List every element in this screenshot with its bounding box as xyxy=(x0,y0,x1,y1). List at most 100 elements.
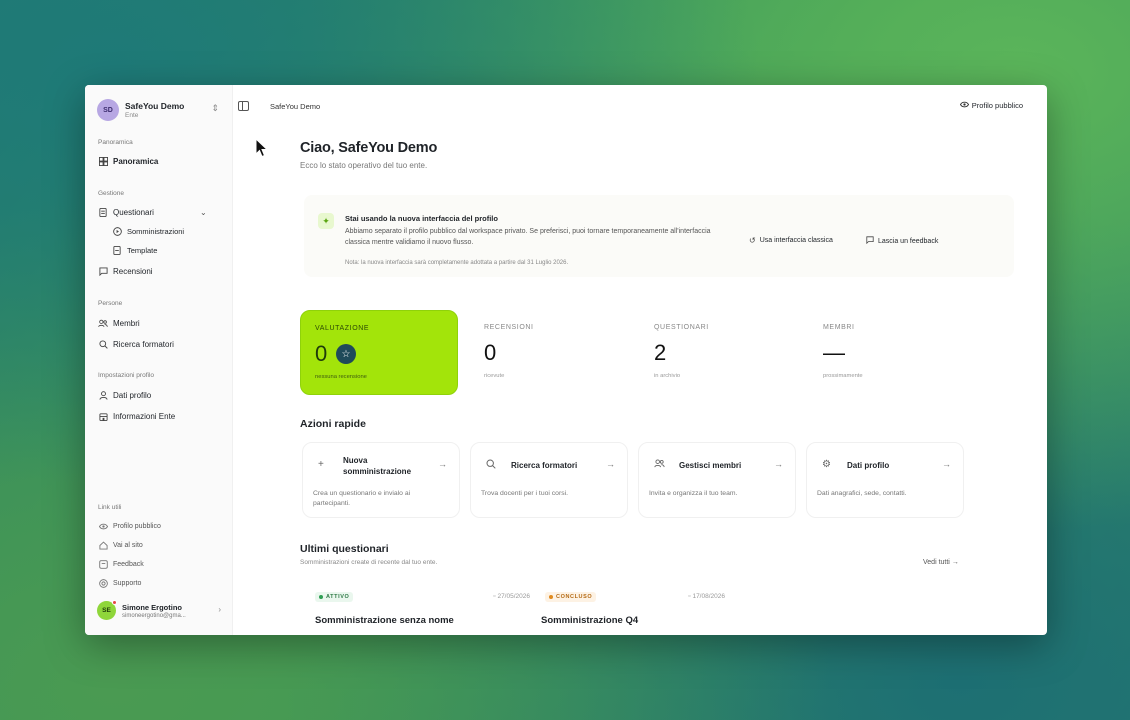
eye-icon xyxy=(98,521,108,531)
status-dot xyxy=(319,595,323,599)
document-icon xyxy=(98,207,108,217)
quick-action-title: Gestisci membri xyxy=(679,461,742,470)
sidebar-link-label: Profilo pubblico xyxy=(113,522,161,530)
leave-feedback-label: Lascia un feedback xyxy=(878,237,939,245)
play-circle-icon xyxy=(112,226,122,236)
building-icon xyxy=(98,411,108,421)
sidebar-link-vai-al-sito[interactable]: Vai al sito xyxy=(98,540,143,550)
sidebar-item-label: Somministrazioni xyxy=(127,226,185,236)
quick-action-desc: Trova docenti per i tuoi corsi. xyxy=(481,490,569,497)
workspace-name: SafeYou Demo xyxy=(125,101,185,111)
chevron-right-icon: › xyxy=(218,605,221,614)
sidebar-link-feedback[interactable]: Feedback xyxy=(98,559,144,569)
sidebar: SD SafeYou Demo Ente ⇕ Panoramica Panora… xyxy=(85,85,233,635)
message-square-icon xyxy=(866,236,874,246)
quick-action-gestisci-membri[interactable]: Gestisci membri → Invita e organizza il … xyxy=(638,442,796,518)
status-label: CONCLUSO xyxy=(556,594,593,600)
sidebar-item-ricerca-formatori[interactable]: Ricerca formatori xyxy=(98,339,174,349)
star-icon: ☆ xyxy=(336,344,356,364)
quick-action-title: Nuova somministrazione xyxy=(343,456,412,476)
questionnaire-card[interactable]: CONCLUSO ▫ 17/08/2026 Somministrazione Q… xyxy=(541,590,811,635)
quick-action-nuova-somministrazione[interactable]: + Nuova somministrazione → Crea un quest… xyxy=(302,442,460,518)
stat-card-membri[interactable]: MEMBRI — prossimamente xyxy=(809,310,967,395)
arrow-right-icon: → xyxy=(606,459,615,469)
workspace-switcher[interactable]: SD SafeYou Demo Ente ⇕ xyxy=(97,99,223,121)
workspace-type: Ente xyxy=(125,112,139,119)
arrow-right-icon: → xyxy=(942,459,951,469)
sidebar-item-label: Template xyxy=(127,245,158,255)
quick-action-desc: Invita e organizza il tuo team. xyxy=(649,490,738,497)
user-name: Simone Ergotino xyxy=(122,602,182,612)
quick-action-ricerca-formatori[interactable]: Ricerca formatori → Trova docenti per i … xyxy=(470,442,628,518)
see-all-link[interactable]: Vedi tutti → xyxy=(923,559,959,566)
quick-action-title: Dati profilo xyxy=(847,461,890,470)
stat-value: — xyxy=(823,340,845,365)
sidebar-item-label: Membri xyxy=(113,318,140,328)
stat-sub: ricevute xyxy=(484,373,505,379)
sidebar-item-label: Questionari xyxy=(113,207,154,217)
arrow-right-icon: → xyxy=(951,559,959,566)
user-initials: SE xyxy=(102,607,111,614)
sidebar-item-template[interactable]: Template xyxy=(112,245,157,255)
sidebar-item-label: Dati profilo xyxy=(113,390,152,400)
users-icon xyxy=(98,318,108,328)
card-date: ▫ 27/05/2026 xyxy=(493,593,530,600)
leave-feedback-button[interactable]: Lascia un feedback xyxy=(866,236,938,246)
feedback-icon xyxy=(98,559,108,569)
stat-label: MEMBRI xyxy=(823,324,855,331)
user-menu[interactable]: SE Simone Ergotino simoneergotino@gma...… xyxy=(97,600,223,620)
card-date: ▫ 17/08/2026 xyxy=(688,593,725,600)
classic-interface-label: Usa interfaccia classica xyxy=(759,237,833,244)
sidebar-item-informazioni-ente[interactable]: Informazioni Ente xyxy=(98,411,175,421)
sidebar-item-questionari[interactable]: Questionari ⌄ xyxy=(98,207,207,217)
classic-interface-button[interactable]: ↺ Usa interfaccia classica xyxy=(749,236,833,245)
notice-title: Stai usando la nuova interfaccia del pro… xyxy=(345,214,498,223)
sidebar-item-label: Ricerca formatori xyxy=(113,339,174,349)
notice-note: Nota: la nuova interfaccia sarà completa… xyxy=(345,260,569,266)
section-label-useful-links: Link utili xyxy=(98,504,122,511)
stat-label: VALUTAZIONE xyxy=(315,325,370,332)
stat-sub: prossimamente xyxy=(823,373,863,379)
quick-action-dati-profilo[interactable]: ⚙ Dati profilo → Dati anagrafici, sede, … xyxy=(806,442,964,518)
quick-action-title: Ricerca formatori xyxy=(511,461,578,470)
sidebar-item-recensioni[interactable]: Recensioni xyxy=(98,266,153,276)
questionnaire-card[interactable]: ATTIVO ▫ 27/05/2026 Somministrazione sen… xyxy=(315,590,530,635)
template-icon xyxy=(112,245,122,255)
avatar: SE xyxy=(97,600,117,620)
gear-icon: ⚙ xyxy=(822,459,831,470)
chevron-down-icon: ⌄ xyxy=(200,207,207,217)
section-label-management: Gestione xyxy=(98,190,125,197)
stat-sub: nessuna recensione xyxy=(315,374,367,380)
sidebar-item-label: Panoramica xyxy=(113,156,159,166)
sidebar-item-dati-profilo[interactable]: Dati profilo xyxy=(98,390,151,400)
stat-card-recensioni[interactable]: RECENSIONI 0 ricevute xyxy=(470,310,628,395)
mouse-cursor-icon xyxy=(255,138,269,158)
arrow-right-icon: → xyxy=(438,459,447,469)
user-icon xyxy=(98,390,108,400)
search-icon xyxy=(486,459,496,472)
sparkles-icon: ✦ xyxy=(318,213,334,229)
sidebar-link-profilo-pubblico[interactable]: Profilo pubblico xyxy=(98,521,161,531)
sidebar-item-panoramica[interactable]: Panoramica xyxy=(98,156,158,166)
section-label-people: Persone xyxy=(98,300,123,307)
card-date-value: 17/08/2026 xyxy=(692,593,725,600)
quick-actions-title: Azioni rapide xyxy=(300,418,366,430)
sidebar-toggle-icon[interactable] xyxy=(238,101,249,111)
sidebar-item-somministrazioni[interactable]: Somministrazioni xyxy=(112,226,184,236)
stat-card-valutazione[interactable]: VALUTAZIONE 0 ☆ nessuna recensione xyxy=(300,310,458,395)
stat-value: 0 xyxy=(484,340,497,365)
dashboard-icon xyxy=(98,156,108,166)
sidebar-link-supporto[interactable]: Supporto xyxy=(98,578,141,588)
latest-title: Ultimi questionari xyxy=(300,543,389,555)
message-square-icon xyxy=(98,266,108,276)
sidebar-item-membri[interactable]: Membri xyxy=(98,318,140,328)
user-email: simoneergotino@gma... xyxy=(122,612,186,619)
sidebar-link-label: Supporto xyxy=(113,579,142,587)
stat-card-questionari[interactable]: QUESTIONARI 2 in archivio xyxy=(640,310,798,395)
status-label: ATTIVO xyxy=(326,594,350,600)
section-label-profile-settings: Impostazioni profilo xyxy=(98,372,154,379)
stat-label: RECENSIONI xyxy=(484,324,534,331)
notification-dot xyxy=(112,600,117,605)
interface-notice: ✦ Stai usando la nuova interfaccia del p… xyxy=(304,195,1014,277)
search-icon xyxy=(98,339,108,349)
